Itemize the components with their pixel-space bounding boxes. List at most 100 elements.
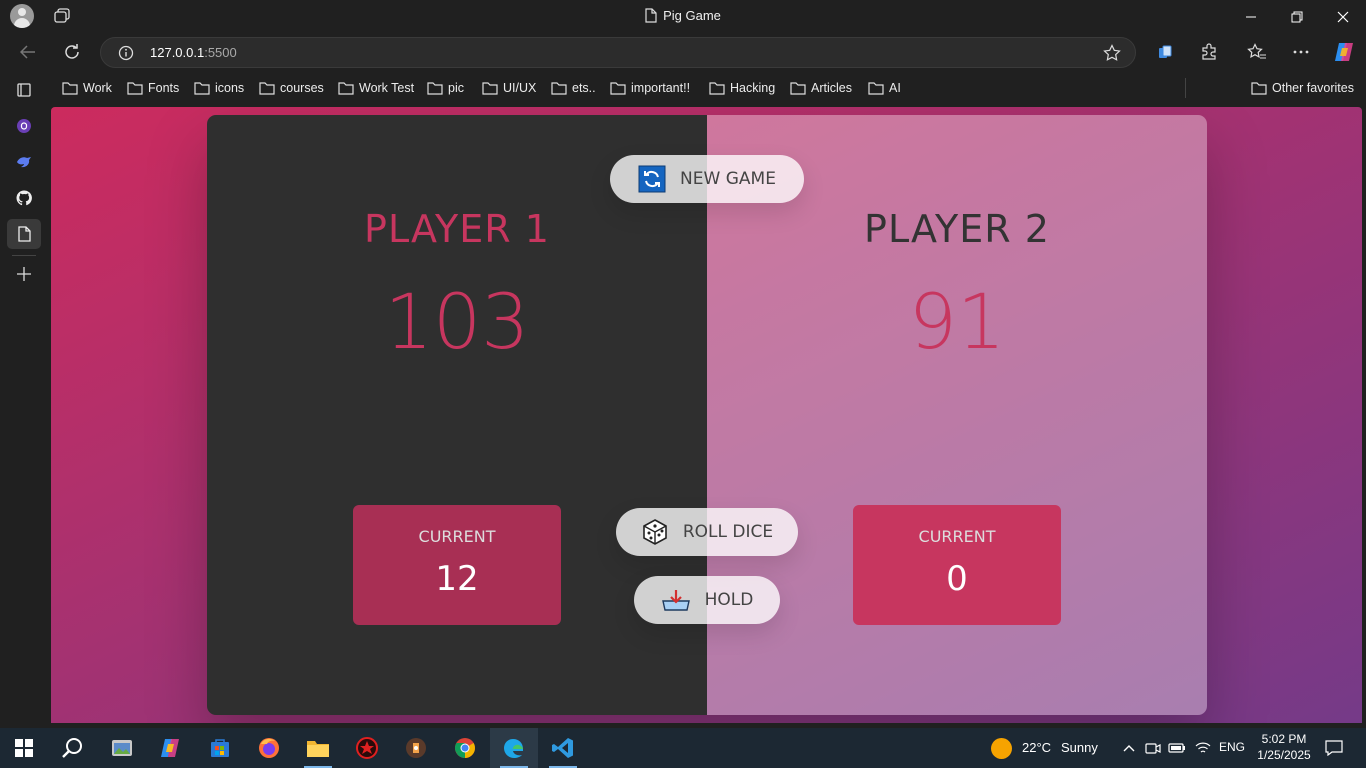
favorite-folder[interactable]: Work Test	[338, 80, 414, 96]
taskbar-app-edge[interactable]	[490, 728, 538, 768]
back-arrow-icon	[20, 45, 35, 59]
favorite-folder[interactable]: Hacking	[709, 80, 775, 96]
wifi-icon	[1195, 742, 1211, 753]
github-icon	[16, 190, 32, 206]
taskbar-app-chrome[interactable]	[441, 728, 489, 768]
favorite-folder[interactable]: Fonts	[127, 80, 179, 96]
refresh-button[interactable]	[52, 33, 92, 71]
close-icon	[1337, 11, 1349, 22]
address-bar[interactable]: 127.0.0.1:5500	[100, 37, 1136, 68]
camera-icon	[1145, 743, 1161, 754]
player-2-score: 91	[908, 277, 1006, 366]
sun-weather-icon[interactable]	[991, 738, 1012, 759]
favorite-label: AI	[889, 81, 901, 95]
app-bird-icon	[17, 157, 31, 168]
taskbar-app-store[interactable]	[196, 728, 244, 768]
site-info-icon[interactable]	[118, 45, 134, 61]
taskbar-app-orange[interactable]	[392, 728, 440, 768]
refresh-icon	[638, 165, 666, 193]
navigation-bar: 127.0.0.1:5500	[0, 33, 1366, 71]
hold-button[interactable]: HOLD	[634, 576, 780, 624]
folder-icon	[194, 82, 210, 95]
collections-button[interactable]	[1146, 33, 1184, 71]
player-2-current-label: CURRENT	[918, 527, 996, 546]
sidebar-app-1[interactable]	[7, 111, 41, 141]
clock-time[interactable]: 5:02 PM	[1258, 732, 1310, 746]
back-button[interactable]	[8, 33, 48, 71]
weather-description[interactable]: Sunny	[1061, 740, 1098, 755]
start-button[interactable]	[0, 728, 48, 768]
url-host: 127.0.0.1	[150, 45, 205, 60]
favorite-folder[interactable]: Articles	[790, 80, 852, 96]
refresh-icon	[65, 44, 79, 59]
player-2-name: PLAYER 2	[864, 207, 1050, 251]
player-1-score: 103	[384, 277, 530, 366]
sidebar-tab-actions[interactable]	[7, 75, 41, 105]
folder-icon	[482, 82, 498, 95]
network-tray-icon[interactable]	[1192, 728, 1214, 768]
new-game-button[interactable]: NEW GAME	[610, 155, 804, 203]
favorite-folder[interactable]: icons	[194, 80, 244, 96]
browser-sidebar	[0, 71, 50, 728]
taskbar-app-photos[interactable]	[98, 728, 146, 768]
sidebar-current-page[interactable]	[7, 219, 41, 249]
document-icon	[17, 226, 31, 242]
favorite-folder[interactable]: Work	[62, 80, 112, 96]
taskbar-app-file-explorer[interactable]	[294, 728, 342, 768]
game-board: PLAYER 1 103 CURRENT 12 PLAYER 2 91 CURR…	[207, 115, 1207, 715]
tab-actions-icon	[17, 83, 31, 97]
search-icon	[62, 738, 82, 758]
favorite-label: icons	[215, 81, 245, 95]
window-title-text: Pig Game	[663, 8, 721, 23]
sidebar-github[interactable]	[7, 183, 41, 213]
taskbar-search-button[interactable]	[48, 728, 96, 768]
windows-logo-icon	[15, 739, 33, 757]
favorite-label: Work Test	[359, 81, 415, 95]
player-1-current-box: CURRENT 12	[353, 505, 561, 625]
firefox-icon	[259, 738, 279, 758]
battery-tray-icon[interactable]	[1166, 728, 1188, 768]
favorite-label: ets..	[572, 81, 596, 95]
other-favorites-folder[interactable]: Other favorites	[1251, 80, 1354, 96]
collections-icon	[1159, 45, 1172, 58]
dice-icon	[641, 518, 669, 546]
taskbar-app-copilot[interactable]	[147, 728, 195, 768]
folder-icon	[62, 82, 78, 95]
player-1-panel: PLAYER 1 103 CURRENT 12	[207, 115, 707, 715]
favorite-folder[interactable]: pic	[427, 80, 464, 96]
url-text[interactable]: 127.0.0.1:5500	[150, 45, 237, 60]
taskbar-app-firefox[interactable]	[245, 728, 293, 768]
taskbar-app-red[interactable]	[343, 728, 391, 768]
sidebar-app-2[interactable]	[7, 147, 41, 177]
extensions-button[interactable]	[1190, 33, 1228, 71]
clock-date[interactable]: 1/25/2025	[1254, 748, 1314, 762]
notifications-button[interactable]	[1320, 728, 1348, 768]
favorites-divider	[1185, 78, 1186, 98]
favorite-folder[interactable]: UI/UX	[482, 80, 536, 96]
favorite-folder[interactable]: AI	[868, 80, 901, 96]
settings-more-button[interactable]	[1282, 33, 1320, 71]
photos-app-icon	[112, 740, 132, 756]
taskbar-app-vscode[interactable]	[539, 728, 587, 768]
weather-temperature[interactable]: 22°C	[1022, 740, 1051, 755]
folder-icon	[709, 82, 725, 95]
minimize-button[interactable]	[1228, 0, 1274, 33]
show-hidden-icons-button[interactable]	[1117, 728, 1141, 768]
player-2-panel: PLAYER 2 91 CURRENT 0	[707, 115, 1207, 715]
restore-button[interactable]	[1274, 0, 1320, 33]
favorite-folder[interactable]: ets..	[551, 80, 596, 96]
roll-dice-button[interactable]: ROLL DICE	[616, 508, 798, 556]
favorite-star-icon[interactable]	[1103, 44, 1121, 62]
language-indicator[interactable]: ENG	[1219, 740, 1245, 754]
copilot-button[interactable]	[1325, 33, 1363, 71]
sidebar-add-button[interactable]	[7, 259, 41, 289]
camera-tray-icon[interactable]	[1143, 728, 1163, 768]
folder-icon	[551, 82, 567, 95]
close-window-button[interactable]	[1320, 0, 1366, 33]
favorite-label: courses	[280, 81, 324, 95]
player-2-current-box: CURRENT 0	[853, 505, 1061, 625]
favorite-folder[interactable]: courses	[259, 80, 324, 96]
favorites-button[interactable]	[1238, 33, 1276, 71]
favorite-label: Hacking	[730, 81, 776, 95]
favorite-folder[interactable]: important!!	[610, 80, 690, 96]
